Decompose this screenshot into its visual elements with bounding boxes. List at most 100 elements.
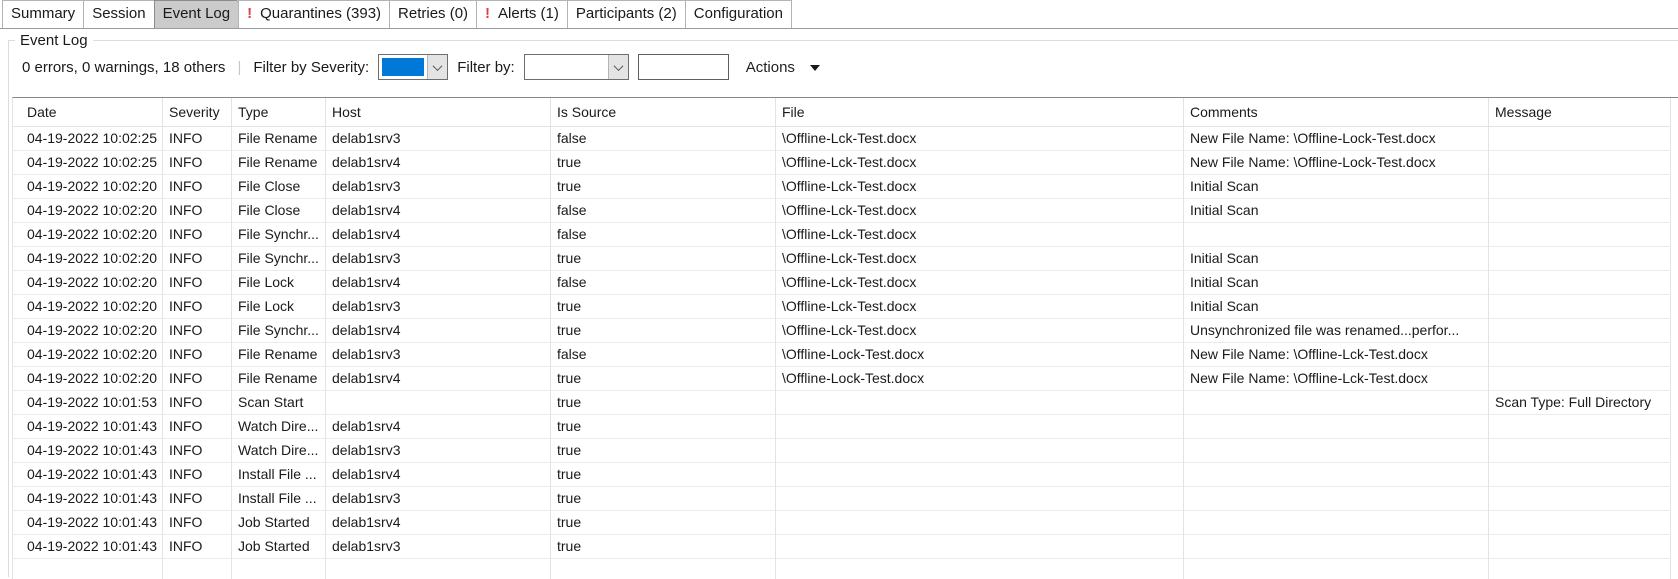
tab-summary[interactable]: Summary <box>2 0 84 28</box>
actions-button[interactable]: Actions <box>746 59 820 76</box>
cell-file: \Offline-Lck-Test.docx <box>776 151 1184 175</box>
table-row[interactable]: 04-19-2022 10:02:20INFOFile Lockdelab1sr… <box>13 271 1678 295</box>
event-count-summary: 0 errors, 0 warnings, 18 others <box>22 59 225 76</box>
tab-configuration[interactable]: Configuration <box>685 0 792 28</box>
cell-severity: INFO <box>163 127 232 151</box>
table-row[interactable]: 04-19-2022 10:01:53INFOScan StarttrueSca… <box>13 391 1678 415</box>
cell-date: 04-19-2022 10:01:43 <box>13 439 163 463</box>
cell-is-source: true <box>551 511 776 535</box>
table-row[interactable]: 04-19-2022 10:01:43INFOInstall File ...d… <box>13 463 1678 487</box>
cell-type: File Rename <box>232 343 326 367</box>
cell-type: Scan Start <box>232 391 326 415</box>
cell-date: 04-19-2022 10:02:20 <box>13 247 163 271</box>
chevron-down-icon[interactable] <box>427 55 447 79</box>
column-header-message[interactable]: Message <box>1489 98 1671 127</box>
cell-severity: INFO <box>163 367 232 391</box>
cell-file <box>776 535 1184 559</box>
table-row[interactable]: 04-19-2022 10:02:20INFOFile Closedelab1s… <box>13 199 1678 223</box>
tab-label: Quarantines (393) <box>260 5 381 22</box>
cell-is-source: false <box>551 127 776 151</box>
cell-date: 04-19-2022 10:01:53 <box>13 391 163 415</box>
column-header-date[interactable]: Date <box>13 98 163 127</box>
cell-file: \Offline-Lck-Test.docx <box>776 271 1184 295</box>
cell-type: Job Started <box>232 535 326 559</box>
cell-host: delab1srv3 <box>326 175 551 199</box>
tab-participants-2[interactable]: Participants (2) <box>567 0 686 28</box>
tab-event-log[interactable]: Event Log <box>154 0 240 28</box>
table-row[interactable]: 04-19-2022 10:02:25INFOFile Renamedelab1… <box>13 127 1678 151</box>
cell-message <box>1489 295 1671 319</box>
cell-type: File Rename <box>232 151 326 175</box>
cell-host: delab1srv3 <box>326 439 551 463</box>
tab-quarantines-393[interactable]: !Quarantines (393) <box>238 0 390 28</box>
chevron-down-icon[interactable] <box>608 55 628 79</box>
cell-is-source: true <box>551 439 776 463</box>
cell-is-source: true <box>551 463 776 487</box>
tab-alerts-1[interactable]: !Alerts (1) <box>476 0 568 28</box>
severity-filter-dropdown[interactable] <box>378 54 448 80</box>
cell-severity: INFO <box>163 415 232 439</box>
cell-comments <box>1184 487 1489 511</box>
table-body: 04-19-2022 10:02:25INFOFile Renamedelab1… <box>13 127 1678 579</box>
table-row[interactable]: 04-19-2022 10:01:43INFOInstall File ...d… <box>13 487 1678 511</box>
cell-date: 04-19-2022 10:02:20 <box>13 319 163 343</box>
cell-comments: Initial Scan <box>1184 247 1489 271</box>
cell-type: File Lock <box>232 271 326 295</box>
cell-comments: New File Name: \Offline-Lock-Test.docx <box>1184 127 1489 151</box>
table-row[interactable]: 04-19-2022 10:02:20INFOFile Renamedelab1… <box>13 367 1678 391</box>
cell-host <box>326 391 551 415</box>
tab-retries-0[interactable]: Retries (0) <box>389 0 477 28</box>
column-header-file[interactable]: File <box>776 98 1184 127</box>
table-row[interactable]: 04-19-2022 10:02:20INFOFile Synchr...del… <box>13 223 1678 247</box>
tab-label: Participants (2) <box>576 5 677 22</box>
cell-message <box>1489 199 1671 223</box>
filter-by-dropdown[interactable] <box>524 54 629 80</box>
cell-comments <box>1184 535 1489 559</box>
column-header-is-source[interactable]: Is Source <box>551 98 776 127</box>
table-row[interactable]: 04-19-2022 10:02:20INFOFile Synchr...del… <box>13 319 1678 343</box>
cell-comments: Initial Scan <box>1184 175 1489 199</box>
table-row[interactable]: 04-19-2022 10:02:20INFOFile Renamedelab1… <box>13 343 1678 367</box>
cell-severity: INFO <box>163 151 232 175</box>
cell-comments <box>1184 223 1489 247</box>
cell-is-source: true <box>551 391 776 415</box>
cell-file: \Offline-Lck-Test.docx <box>776 223 1184 247</box>
table-row[interactable]: 04-19-2022 10:02:20INFOFile Lockdelab1sr… <box>13 295 1678 319</box>
tab-label: Configuration <box>694 5 783 22</box>
table-row[interactable]: 04-19-2022 10:02:25INFOFile Renamedelab1… <box>13 151 1678 175</box>
cell-severity: INFO <box>163 247 232 271</box>
cell-type: File Rename <box>232 367 326 391</box>
combo-spacer <box>525 55 608 79</box>
cell-is-source: true <box>551 415 776 439</box>
event-log-toolbar: 0 errors, 0 warnings, 18 others | Filter… <box>22 54 820 80</box>
table-row[interactable]: 04-19-2022 10:01:43INFOJob Starteddelab1… <box>13 511 1678 535</box>
empty-cell <box>13 559 163 579</box>
column-header-type[interactable]: Type <box>232 98 326 127</box>
cell-file: \Offline-Lck-Test.docx <box>776 175 1184 199</box>
cell-message <box>1489 487 1671 511</box>
cell-message <box>1489 319 1671 343</box>
table-row[interactable]: 04-19-2022 10:01:43INFOJob Starteddelab1… <box>13 535 1678 559</box>
cell-comments <box>1184 439 1489 463</box>
cell-date: 04-19-2022 10:01:43 <box>13 535 163 559</box>
cell-date: 04-19-2022 10:02:20 <box>13 295 163 319</box>
filter-text-input[interactable] <box>638 54 729 80</box>
groupbox-title: Event Log <box>15 31 93 50</box>
cell-date: 04-19-2022 10:02:20 <box>13 199 163 223</box>
table-row[interactable]: 04-19-2022 10:02:20INFOFile Synchr...del… <box>13 247 1678 271</box>
table-row[interactable]: 04-19-2022 10:01:43INFOWatch Dire...dela… <box>13 439 1678 463</box>
cell-host: delab1srv3 <box>326 295 551 319</box>
table-row[interactable]: 04-19-2022 10:02:20INFOFile Closedelab1s… <box>13 175 1678 199</box>
cell-type: File Synchr... <box>232 223 326 247</box>
column-header-severity[interactable]: Severity <box>163 98 232 127</box>
cell-host: delab1srv4 <box>326 367 551 391</box>
column-header-host[interactable]: Host <box>326 98 551 127</box>
tab-session[interactable]: Session <box>83 0 154 28</box>
cell-message <box>1489 439 1671 463</box>
table-row[interactable]: 04-19-2022 10:01:43INFOWatch Dire...dela… <box>13 415 1678 439</box>
empty-cell <box>326 559 551 579</box>
empty-filler-row <box>13 559 1678 579</box>
cell-file: \Offline-Lock-Test.docx <box>776 367 1184 391</box>
cell-file: \Offline-Lck-Test.docx <box>776 199 1184 223</box>
column-header-comments[interactable]: Comments <box>1184 98 1489 127</box>
